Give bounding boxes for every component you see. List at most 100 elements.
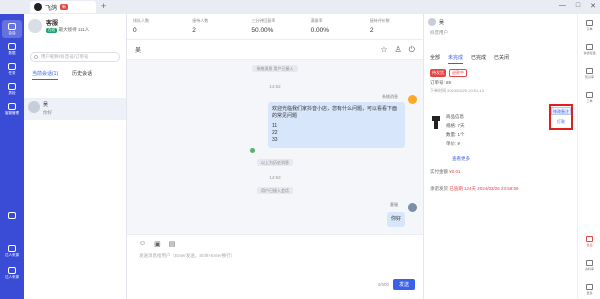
system-message: 用户已接入会话 bbox=[127, 187, 423, 194]
product-image bbox=[432, 116, 440, 129]
stats-bar: 排队人数 0 接待人数 2 三分钟回复率 50.00% 满意率 0.00% 接待评价数 2 bbox=[127, 14, 423, 40]
folder-icon bbox=[586, 260, 593, 266]
customer-profile: 吴 bbox=[428, 18, 444, 26]
stat-value: 0 bbox=[133, 27, 137, 34]
order-tags: 待发货 退款中 bbox=[430, 69, 467, 77]
stat-queue: 排队人数 0 bbox=[127, 14, 186, 39]
system-message-text: 系统消息 用户已接入 bbox=[252, 65, 298, 72]
close-button[interactable]: ✕ bbox=[590, 2, 596, 10]
side-orders[interactable]: 订单 bbox=[582, 20, 597, 31]
message-time: 14:53 bbox=[269, 175, 281, 180]
order-icon bbox=[586, 20, 593, 26]
stat-value: 50.00% bbox=[251, 27, 274, 34]
chat-actions: ☆ ♙ ⏻ bbox=[380, 45, 415, 55]
tab-all[interactable]: 全部 bbox=[430, 54, 440, 64]
side-label: 更多 bbox=[586, 291, 593, 295]
kv-value: ¥0.01 bbox=[449, 169, 461, 174]
system-message: 系统消息 用户已接入 bbox=[127, 65, 423, 72]
search-placeholder: 用户昵称/抖音号/订单号 bbox=[41, 54, 89, 59]
stat-satisfaction: 满意率 0.00% bbox=[305, 14, 364, 39]
nav-label: 客服管理 bbox=[5, 110, 19, 115]
app-tab[interactable]: 飞鸽 新 bbox=[30, 1, 96, 13]
product-title: 商品信息 bbox=[446, 114, 464, 119]
ticket-icon bbox=[586, 92, 593, 98]
star-icon[interactable]: ☆ bbox=[380, 45, 387, 55]
gear-icon bbox=[8, 211, 16, 219]
left-navigation: 会话 数据 任务 质检 客服管理 达人来源 达人来源 bbox=[0, 14, 24, 299]
maximize-button[interactable]: □ bbox=[576, 2, 580, 10]
tab-title: 飞鸽 bbox=[45, 5, 58, 12]
message-input[interactable]: 发送消息给用户（Enter发送，Shift+Enter换行） bbox=[139, 253, 235, 259]
nav-source-2[interactable]: 达人来源 bbox=[2, 264, 22, 282]
side-files[interactable]: 资料库 bbox=[582, 260, 597, 271]
new-tab-button[interactable]: + bbox=[101, 1, 106, 11]
agent-name: 客服 bbox=[46, 21, 59, 27]
more-link[interactable]: 查看更多 bbox=[452, 156, 470, 162]
stat-reception: 接待人数 2 bbox=[186, 14, 245, 39]
side-label: 知识库 bbox=[584, 75, 594, 79]
list-item[interactable]: 吴 你好 14:53 bbox=[24, 98, 177, 120]
side-aftersale[interactable]: 售后 bbox=[582, 236, 597, 247]
title-bar: 飞鸽 新 + — □ ✕ bbox=[0, 0, 600, 14]
search-input[interactable]: 用户昵称/抖音号/订单号 bbox=[30, 52, 120, 62]
power-icon[interactable]: ⏻ bbox=[409, 45, 415, 55]
nav-label: 会话 bbox=[8, 30, 16, 35]
tab-history[interactable]: 历史会话 bbox=[72, 70, 92, 80]
book-icon bbox=[586, 68, 593, 74]
quality-icon bbox=[8, 82, 16, 90]
window-controls: — □ ✕ bbox=[559, 2, 596, 10]
tab-pending[interactable]: 未完成 bbox=[448, 54, 464, 64]
emoji-icon[interactable]: ☺ bbox=[139, 240, 146, 248]
nav-data[interactable]: 数据 bbox=[2, 40, 22, 58]
tab-closed[interactable]: 已关闭 bbox=[494, 54, 509, 64]
more-icon bbox=[586, 284, 593, 290]
task-icon bbox=[8, 62, 16, 70]
minimize-button[interactable]: — bbox=[559, 2, 566, 10]
sender-label: 系统消息 bbox=[382, 94, 398, 99]
side-phrases[interactable]: 快捷短语 bbox=[582, 44, 597, 55]
order-tabs: 全部 未完成 已完成 已关闭 bbox=[430, 54, 509, 64]
send-button[interactable]: 发送 bbox=[393, 279, 415, 290]
status-badge[interactable]: 在线 bbox=[46, 28, 57, 33]
side-knowledge[interactable]: 知识库 bbox=[582, 68, 597, 79]
phrase-icon bbox=[586, 44, 593, 50]
message-item: 22 bbox=[272, 130, 278, 136]
avatar bbox=[408, 95, 417, 104]
nav-quality[interactable]: 质检 bbox=[2, 80, 22, 98]
nav-manage[interactable]: 客服管理 bbox=[2, 100, 22, 118]
message-bubble: 欢迎光临我们家抖音小店，您有什么问题，可以看看下面的常见问题 11 22 33 bbox=[268, 102, 405, 148]
print-button[interactable]: 打款 bbox=[551, 119, 571, 125]
nav-label: 数据 bbox=[8, 50, 16, 55]
side-ticket[interactable]: 工单 bbox=[582, 92, 597, 103]
stat-reviews: 接待评价数 2 bbox=[364, 14, 423, 39]
char-counter: 0/500 bbox=[377, 282, 389, 287]
nav-source[interactable]: 达人来源 bbox=[2, 242, 22, 260]
nav-settings[interactable] bbox=[2, 206, 22, 224]
user-icon[interactable]: ♙ bbox=[395, 45, 402, 55]
tab-current[interactable]: 当前会话(1) bbox=[32, 70, 59, 80]
ship-deadline: 承诺发货 已逾期 124天 2024/03/26 23:59:59 bbox=[430, 186, 519, 192]
image-icon[interactable]: ▣ bbox=[154, 240, 161, 248]
stat-value: 2 bbox=[192, 27, 196, 34]
read-status-icon bbox=[250, 148, 255, 153]
side-more[interactable]: 更多 bbox=[582, 284, 597, 295]
nav-task[interactable]: 任务 bbox=[2, 60, 22, 78]
actual-paid: 实付金额 ¥0.01 bbox=[430, 169, 461, 175]
kv-label: 承诺发货 bbox=[430, 186, 448, 191]
nav-chat[interactable]: 会话 bbox=[2, 20, 22, 38]
queue-info: 最大接待 111人 bbox=[58, 27, 90, 32]
stat-label: 接待评价数 bbox=[369, 18, 390, 23]
conversation-preview: 你好 bbox=[43, 110, 52, 115]
message-bubble: 你好 bbox=[387, 212, 406, 227]
divider-text: 以上为历史消息 bbox=[257, 159, 293, 166]
modify-remark-button[interactable]: 修改备注 bbox=[551, 107, 571, 115]
search-icon bbox=[34, 54, 38, 59]
stat-label: 满意率 bbox=[310, 18, 323, 23]
tab-completed[interactable]: 已完成 bbox=[471, 54, 486, 64]
chat-icon bbox=[8, 22, 16, 30]
side-label: 快捷短语 bbox=[583, 51, 596, 55]
nav-label: 质检 bbox=[8, 90, 16, 95]
file-icon[interactable]: ▤ bbox=[169, 240, 176, 248]
side-label: 售后 bbox=[586, 243, 593, 247]
avatar bbox=[408, 203, 417, 212]
